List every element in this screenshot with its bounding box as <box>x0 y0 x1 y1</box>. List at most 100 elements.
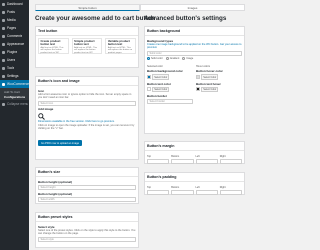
simple-product-text-card[interactable]: Simple product button text Add text on H… <box>71 37 103 54</box>
padding-bottom-label: Bottom <box>171 185 180 189</box>
card-title: Simple product button text <box>74 39 95 46</box>
left-column-title: Create your awesome add to cart button <box>35 15 156 22</box>
sidebar-item-media[interactable]: Media <box>0 16 29 24</box>
margin-top-input[interactable] <box>147 158 170 164</box>
sidebar-item-pages[interactable]: Pages <box>0 24 29 32</box>
pages-icon <box>2 26 5 30</box>
card-desc: Add text on HTML. This will replace the … <box>107 46 133 55</box>
variable-product-text-card[interactable]: Variable product button text Add text on… <box>105 37 137 55</box>
card-title: Variable product button text <box>107 39 130 46</box>
button-size-panel: Button's size Button height (optional) S… <box>35 167 139 204</box>
margin-left-input[interactable] <box>195 158 218 164</box>
sidebar-item-label: Pages <box>7 26 17 30</box>
radio-label: Gradient <box>169 56 180 60</box>
card-title: Create product button text <box>40 39 61 46</box>
radio-solid-color[interactable]: Solid color <box>147 56 163 60</box>
submenu: Add To Cart Configurations <box>0 88 29 100</box>
icon-desc: Add a font awesome icon or ignore option… <box>38 93 132 100</box>
create-product-text-card[interactable]: Create product button text Add text on H… <box>38 37 69 55</box>
padding-bottom-input[interactable] <box>171 189 194 195</box>
radio-label: Solid color <box>151 56 163 60</box>
sidebar-item-label: Dashboard <box>7 2 23 6</box>
go-pro-upload-button[interactable]: Go PRO now to upload an image <box>38 140 83 146</box>
panel-title: Button's margin <box>145 142 244 151</box>
sidebar-item-tools[interactable]: Tools <box>0 64 29 72</box>
right-column-title: Advanced button's settings <box>144 15 227 22</box>
bg-type-radios: Solid color Gradient Image <box>147 56 242 60</box>
main-content: Simple button Images Create your awesome… <box>29 0 250 250</box>
panel-title: Button preset styles <box>36 213 138 222</box>
margin-bottom-label: Bottom <box>171 154 180 158</box>
padding-left-label: Left <box>195 185 200 189</box>
text-color-label: Button text color <box>147 81 171 86</box>
text-button-panel: Text button Create product button text A… <box>35 26 139 68</box>
appearance-icon <box>2 42 5 46</box>
padding-right-input[interactable] <box>219 189 242 195</box>
sidebar-item-label: Users <box>7 58 16 62</box>
sidebar-item-dashboard[interactable]: Dashboard <box>0 0 29 8</box>
collapse-menu-button[interactable]: Collapse menu <box>0 100 29 108</box>
sidebar-item-woocommerce-add-to-cart[interactable]: WooCommerce Add To Cart <box>0 80 29 88</box>
submenu-label: Configurations <box>4 94 26 99</box>
sidebar-item-label: Settings <box>7 74 19 78</box>
radio-label: Image <box>186 56 194 60</box>
card-desc: Add text on HTML. This will replace the … <box>40 46 64 55</box>
width-label: Button height (optional) <box>38 191 72 196</box>
sidebar-item-appearance[interactable]: Appearance <box>0 40 29 48</box>
border-select[interactable]: Select border <box>147 98 193 104</box>
hover-color-label: Button hover color <box>196 69 223 74</box>
collapse-label: Collapse menu <box>7 102 29 106</box>
width-input[interactable]: Select width <box>38 196 136 202</box>
submenu-item-configurations[interactable]: Configurations <box>0 94 29 99</box>
tab-simple-button[interactable]: Simple button <box>35 4 140 11</box>
sidebar-item-settings[interactable]: Settings <box>0 72 29 80</box>
sidebar-item-label: Tools <box>7 66 15 70</box>
radio-image[interactable]: Image <box>182 56 194 60</box>
panel-title: Button's size <box>36 168 138 177</box>
padding-left-input[interactable] <box>195 189 218 195</box>
tab-images[interactable]: Images <box>140 4 245 11</box>
image-note: Click on image to open the image uploade… <box>38 123 135 131</box>
radio-gradient[interactable]: Gradient <box>165 56 180 60</box>
sidebar-item-posts[interactable]: Posts <box>0 8 29 16</box>
margin-right-input[interactable] <box>219 158 242 164</box>
submenu-label: Add To Cart <box>4 89 20 94</box>
bg-color-label: Button background color <box>147 69 183 74</box>
select-color-button[interactable]: Select Color <box>152 86 170 93</box>
users-icon <box>2 58 5 62</box>
text-hover-picker[interactable]: Select Color <box>196 86 242 93</box>
sidebar-item-comments[interactable]: Comments <box>0 32 29 40</box>
sidebar-item-label: Posts <box>7 10 15 14</box>
radio-dot <box>165 56 169 60</box>
tabs: Simple button Images <box>35 4 245 11</box>
icon-select[interactable]: Select icon <box>38 100 136 106</box>
height-input[interactable]: Select height <box>38 185 136 190</box>
bg-types-desc[interactable]: Create one image background to be applie… <box>147 43 242 50</box>
panel-title: Button background <box>145 27 244 36</box>
panel-title: Button's padding <box>145 173 244 182</box>
padding-right-label: Right <box>219 185 226 189</box>
height-label: Button height (optional) <box>38 180 72 184</box>
panel-title: Text button <box>36 27 138 36</box>
button-background-panel: Button background Background types Creat… <box>144 26 245 134</box>
margin-bottom-input[interactable] <box>171 158 194 164</box>
image-label: Add image <box>38 107 54 112</box>
sidebar-item-users[interactable]: Users <box>0 56 29 64</box>
color-swatch <box>147 75 151 80</box>
dashboard-icon <box>2 2 5 6</box>
button-padding-panel: Button's padding Top Bottom Left Right <box>144 172 245 195</box>
margin-left-label: Left <box>195 154 200 158</box>
sidebar-item-plugins[interactable]: Plugins <box>0 48 29 56</box>
select-color-button[interactable]: Select Color <box>201 86 219 93</box>
style-select[interactable]: Select style <box>38 236 136 242</box>
color-swatch <box>196 87 200 92</box>
sidebar-item-label: Plugins <box>7 50 18 54</box>
select-style-desc: Select one of the preset styles. Click o… <box>38 229 136 236</box>
padding-top-input[interactable] <box>147 189 170 195</box>
admin-sidebar: Dashboard Posts Media Pages Comments Appearan… <box>0 0 29 250</box>
text-color-picker[interactable]: Select Color <box>147 86 193 93</box>
bg-type-select[interactable]: Solid color <box>147 50 242 56</box>
tools-icon <box>2 66 5 70</box>
icon-image-panel: Button's icon and image Icon Add a font … <box>35 76 139 160</box>
button-margin-panel: Button's margin Top Bottom Left Right <box>144 141 245 164</box>
